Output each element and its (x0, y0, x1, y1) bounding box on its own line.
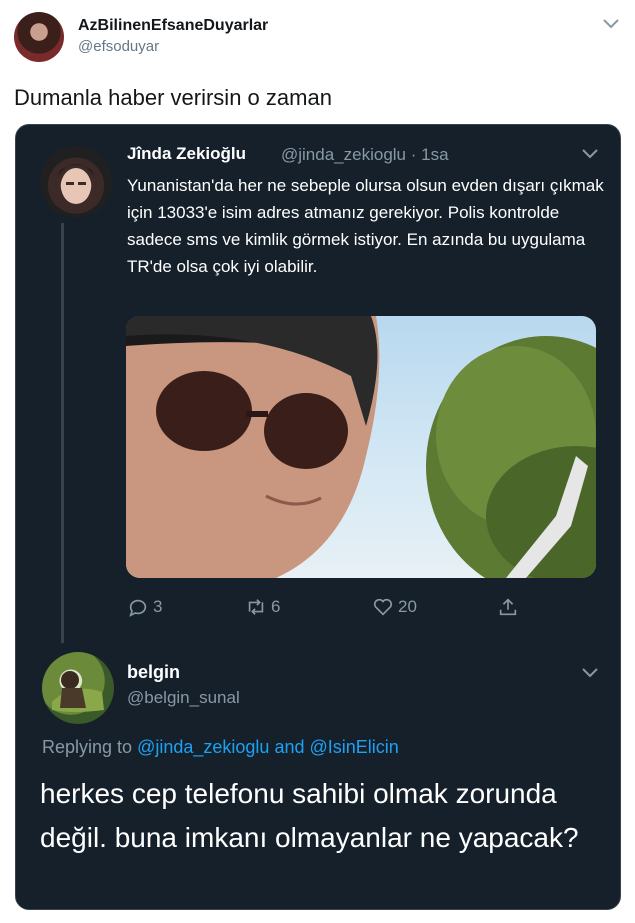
like-count: 20 (398, 597, 417, 616)
reply-count: 3 (153, 597, 163, 616)
author-handle-time[interactable]: @jinda_zekioglu · 1sa (281, 145, 449, 165)
tweet-actions: 3 6 20 (127, 594, 597, 620)
thread-connector (61, 223, 64, 643)
retweet-count: 6 (271, 597, 281, 616)
retweet-icon (248, 599, 264, 615)
tweet-text: Yunanistan'da her ne sebeple olursa olsu… (127, 176, 604, 276)
like-action[interactable]: 20 (372, 594, 417, 620)
chevron-down-icon[interactable] (580, 146, 600, 162)
mention-and: and (274, 737, 305, 757)
share-icon (499, 598, 517, 616)
replying-prefix: Replying to (42, 737, 133, 757)
author-name[interactable]: Jînda Zekioğlu (127, 144, 246, 164)
avatar[interactable] (40, 146, 112, 218)
mention-link[interactable]: @jinda_zekioglu (137, 737, 269, 757)
tweet-text: Dumanla haber verirsin o zaman (14, 85, 332, 110)
avatar[interactable] (42, 652, 114, 724)
replying-to: Replying to @jinda_zekioglu and @IsinEli… (42, 737, 399, 758)
reply-action[interactable]: 3 (127, 594, 162, 620)
author-handle[interactable]: @belgin_sunal (127, 688, 240, 708)
mention-link[interactable]: @IsinElicin (310, 737, 399, 757)
heart-icon (373, 598, 393, 616)
chevron-down-icon[interactable] (580, 665, 600, 681)
photo-content (126, 316, 596, 578)
tweet-photo[interactable] (126, 316, 596, 578)
avatar[interactable] (14, 12, 64, 62)
chevron-down-icon[interactable] (601, 16, 621, 32)
author-name[interactable]: AzBilinenEfsaneDuyarlar (78, 17, 268, 35)
reply-icon (129, 599, 147, 617)
author-name[interactable]: belgin (127, 662, 180, 683)
tweet-text: herkes cep telefonu sahibi olmak zorunda… (40, 778, 579, 853)
retweet-action[interactable]: 6 (245, 594, 280, 620)
share-action[interactable] (497, 594, 523, 620)
author-handle[interactable]: @efsoduyar (78, 38, 159, 55)
